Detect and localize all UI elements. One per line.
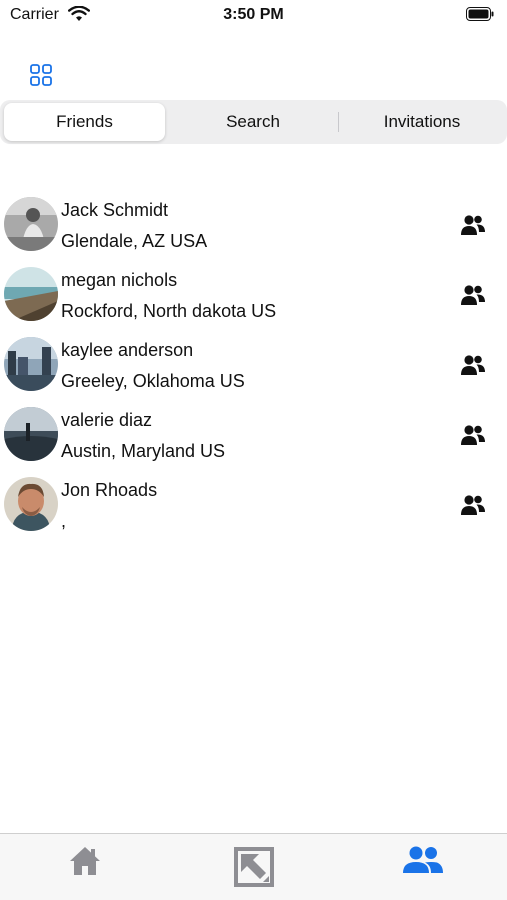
avatar — [4, 407, 58, 461]
friend-row[interactable]: valerie diaz Austin, Maryland US — [0, 402, 507, 472]
friends-list: Jack Schmidt Glendale, AZ USA megan nich… — [0, 192, 507, 542]
friend-location: Glendale, AZ USA — [61, 231, 208, 251]
friend-row[interactable]: Jon Rhoads , — [0, 472, 507, 542]
friend-row[interactable]: megan nichols Rockford, North dakota US — [0, 262, 507, 332]
grid-view-icon[interactable] — [28, 62, 54, 88]
avatar — [4, 477, 58, 531]
friend-request-icon[interactable] — [460, 214, 486, 236]
home-icon[interactable] — [68, 844, 102, 878]
friend-location: Greeley, Oklahoma US — [61, 371, 245, 391]
segmented-control: Friends Search Invitations — [0, 100, 507, 144]
battery-icon — [466, 7, 494, 21]
segment-invitations[interactable]: Invitations — [339, 103, 505, 141]
avatar — [4, 267, 58, 321]
friend-location: Austin, Maryland US — [61, 441, 226, 461]
friend-location: Rockford, North dakota US — [61, 301, 277, 321]
friend-name: Jon Rhoads — [61, 480, 158, 500]
friend-row[interactable]: kaylee anderson Greeley, Oklahoma US — [0, 332, 507, 402]
friend-name: megan nichols — [61, 270, 178, 290]
friend-request-icon[interactable] — [460, 424, 486, 446]
friend-location: , — [61, 511, 67, 531]
friend-name: valerie diaz — [61, 410, 153, 430]
friend-name: kaylee anderson — [61, 340, 194, 360]
segment-search[interactable]: Search — [169, 103, 337, 141]
avatar — [4, 197, 58, 251]
friend-request-icon[interactable] — [460, 354, 486, 376]
friends-icon[interactable] — [402, 844, 444, 878]
segment-friends[interactable]: Friends — [4, 103, 165, 141]
friend-request-icon[interactable] — [460, 284, 486, 306]
photo-icon[interactable] — [233, 846, 275, 888]
friend-name: Jack Schmidt — [61, 200, 169, 220]
status-bar: Carrier 3:50 PM — [0, 0, 507, 30]
friend-request-icon[interactable] — [460, 494, 486, 516]
friend-row[interactable]: Jack Schmidt Glendale, AZ USA — [0, 192, 507, 262]
avatar — [4, 337, 58, 391]
clock: 3:50 PM — [223, 6, 284, 23]
tab-bar — [0, 833, 507, 900]
